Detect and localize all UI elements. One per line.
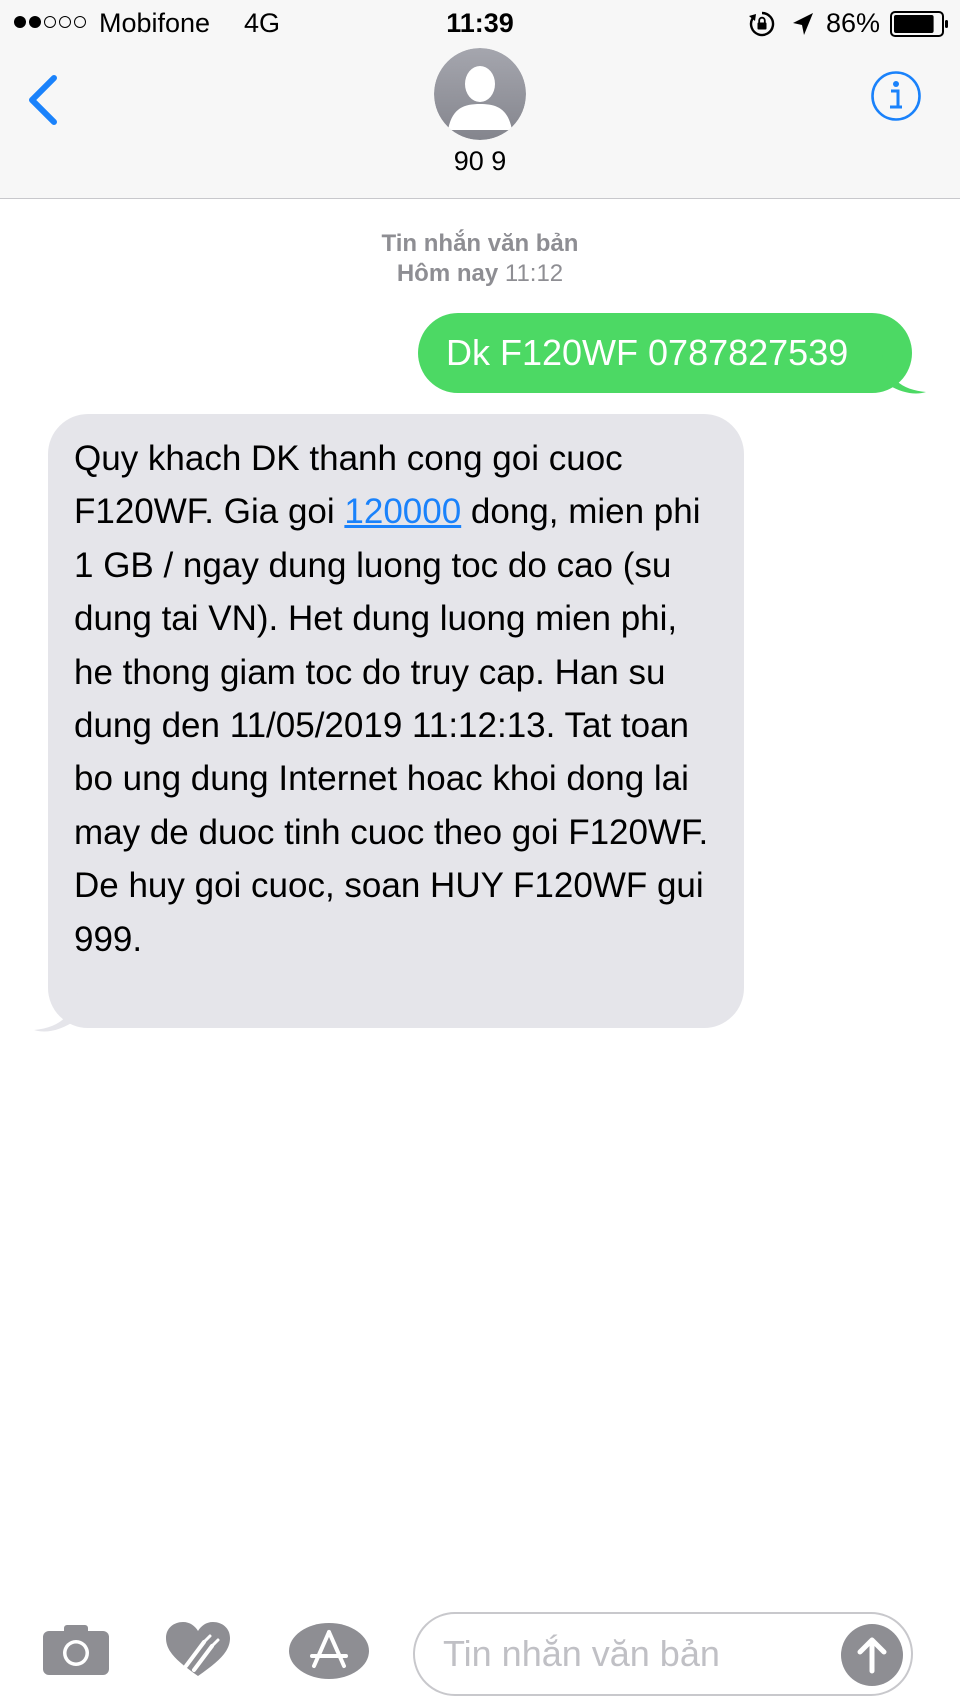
timestamp-time: 11:12 [504, 260, 564, 287]
battery-icon [890, 11, 948, 37]
location-arrow-icon [793, 13, 813, 35]
phone-number-link[interactable]: 120000 [344, 492, 461, 531]
incoming-text-part: dong, mien phi 1 GB / ngay dung luong to… [74, 492, 709, 959]
send-arrow-up-icon[interactable] [841, 1624, 903, 1686]
message-input-field[interactable] [413, 1612, 913, 1696]
heart-hands-icon[interactable] [164, 1622, 232, 1678]
contact-avatar-icon[interactable] [434, 48, 526, 140]
back-chevron-icon[interactable] [22, 72, 66, 128]
camera-icon[interactable] [42, 1623, 110, 1675]
incoming-message-bubble[interactable]: Quy khach DK thanh cong goi cuoc F120WF.… [48, 414, 744, 1028]
app-store-icon[interactable] [288, 1622, 370, 1680]
battery-percentage: 86% [826, 8, 881, 38]
compose-bar [0, 1590, 960, 1707]
contact-name[interactable]: 90 9 [0, 146, 960, 177]
outgoing-message-text: Dk F120WF 0787827539 [446, 332, 849, 373]
incoming-bubble-tail [34, 990, 78, 1032]
message-timestamp: Hôm nay 11:12 [0, 260, 960, 288]
timestamp-day: Hôm nay [396, 260, 499, 287]
message-type-label: Tin nhắn văn bản [381, 230, 579, 257]
status-time: 11:39 [446, 8, 514, 38]
outgoing-message-bubble[interactable]: Dk F120WF 0787827539 [418, 313, 912, 393]
orientation-lock-icon [749, 11, 775, 37]
info-icon[interactable] [870, 70, 922, 122]
conversation-header: 90 9 [0, 48, 960, 199]
outgoing-bubble-tail [882, 352, 926, 394]
message-input[interactable] [443, 1628, 823, 1680]
status-bar: Mobifone 4G 11:39 86% [0, 0, 960, 48]
